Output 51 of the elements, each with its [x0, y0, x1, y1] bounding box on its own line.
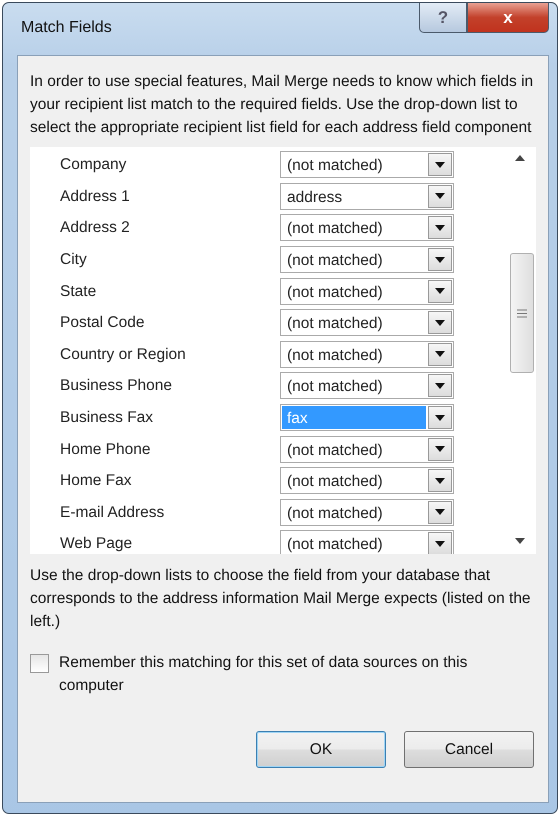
note-text: Use the drop-down lists to choose the field from your database that corresponds to the address information Mail Merge expects (listed on the left.) — [30, 566, 532, 632]
dropdown-arrow-icon[interactable] — [435, 540, 445, 547]
field-dropdown[interactable]: (not matched) — [280, 246, 454, 274]
dropdown-arrow-icon[interactable] — [435, 478, 445, 484]
dropdown-arrow-icon[interactable] — [435, 414, 445, 421]
dropdown-arrow-icon[interactable] — [435, 509, 445, 516]
field-label: Company — [59, 155, 128, 176]
dropdown-arrow-icon[interactable] — [435, 162, 445, 168]
field-dropdown[interactable]: (not matched) — [280, 467, 454, 494]
field-label: Address 2 — [59, 218, 131, 238]
grip-icon — [517, 308, 527, 318]
field-label: Web Page — [59, 534, 134, 554]
scroll-up-icon[interactable] — [515, 155, 525, 161]
scroll-thumb[interactable] — [510, 253, 534, 373]
dropdown-arrow-icon[interactable] — [435, 446, 445, 452]
field-label: City — [59, 250, 88, 270]
field-dropdown[interactable]: (not matched) — [280, 278, 454, 305]
help-button[interactable]: ? — [419, 3, 467, 33]
field-label: Home Fax — [59, 471, 132, 492]
dropdown-arrow-icon[interactable] — [435, 224, 445, 231]
field-label: Business Phone — [59, 376, 174, 396]
dropdown-arrow-icon[interactable] — [435, 288, 445, 294]
field-dropdown[interactable]: (not matched) — [280, 340, 454, 368]
dialog-button[interactable]: Cancel — [404, 731, 534, 768]
instructions-text: In order to use special features, Mail Merge needs to know which fields in your recipient list match to the required fields. Use the drop-down list to select the appropriate recipient list field for each address field component — [30, 72, 534, 138]
close-button[interactable]: x — [467, 3, 549, 33]
checkbox[interactable] — [30, 654, 49, 673]
field-label: Business Fax — [59, 408, 154, 428]
dropdown-arrow-icon[interactable] — [435, 351, 445, 358]
field-label: Postal Code — [59, 313, 146, 334]
field-label: Address 1 — [59, 186, 131, 207]
checkbox-label[interactable]: Remember this matching for this set of data sources on this computer — [59, 651, 536, 697]
field-dropdown[interactable]: (not matched) — [280, 436, 454, 463]
field-label: Home Phone — [59, 440, 152, 460]
scroll-down-icon[interactable] — [515, 538, 525, 544]
field-dropdown[interactable]: (not matched) — [280, 214, 454, 242]
field-dropdown[interactable]: (not matched) — [280, 498, 454, 526]
dropdown-arrow-icon[interactable] — [435, 320, 445, 326]
field-dropdown[interactable]: (not matched) — [280, 372, 454, 400]
window-title: Match Fields — [21, 18, 112, 38]
field-dropdown[interactable]: (not matched) — [280, 309, 454, 336]
dropdown-arrow-icon[interactable] — [435, 256, 445, 263]
dialog-button[interactable]: OK — [256, 731, 386, 768]
field-label: Country or Region — [59, 344, 187, 365]
field-label: State — [59, 282, 98, 302]
dropdown-arrow-icon[interactable] — [435, 193, 445, 200]
field-dropdown[interactable]: (not matched) — [280, 530, 454, 554]
field-label: E-mail Address — [59, 502, 166, 523]
field-dropdown[interactable]: address — [280, 182, 454, 210]
dropdown-arrow-icon[interactable] — [435, 382, 445, 389]
field-dropdown[interactable]: (not matched) — [280, 151, 454, 178]
